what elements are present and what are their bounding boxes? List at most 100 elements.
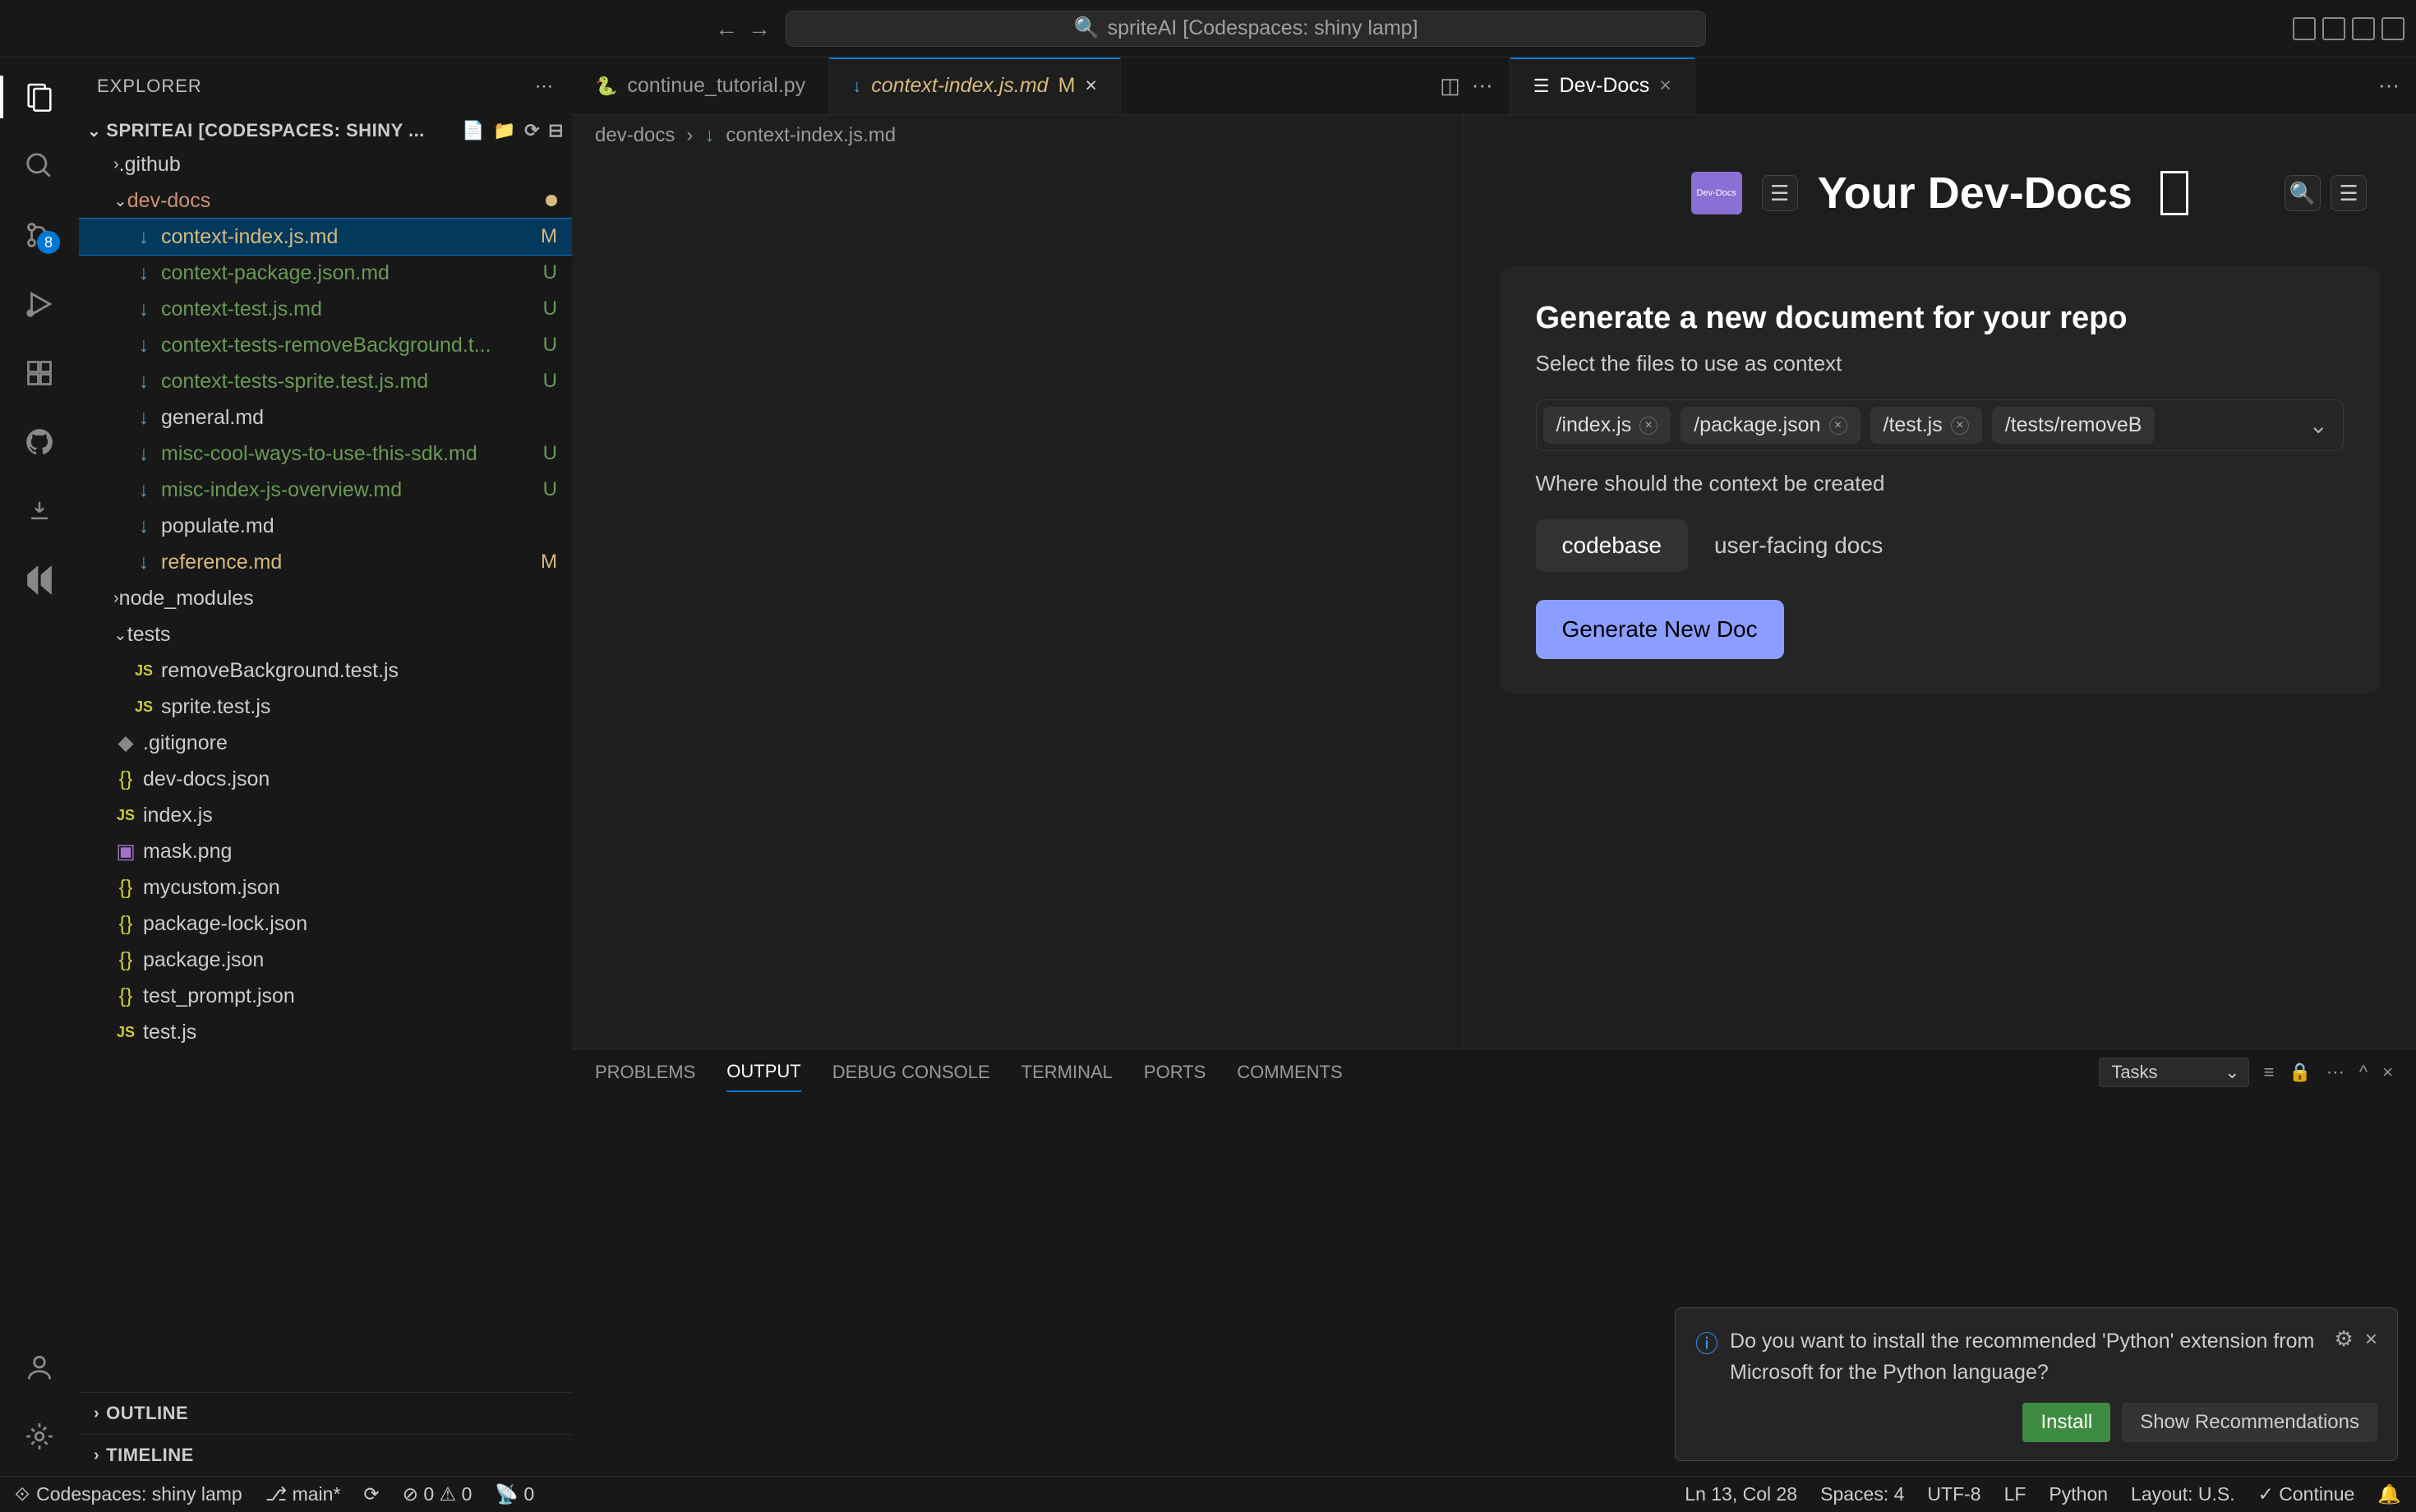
tree-file[interactable]: {}dev-docs.json xyxy=(79,761,572,797)
panel-tab-debug[interactable]: DEBUG CONSOLE xyxy=(832,1053,990,1091)
eol-status[interactable]: LF xyxy=(2004,1483,2026,1505)
branch-status[interactable]: ⎇ main* xyxy=(265,1483,341,1505)
remote-indicator[interactable]: ⟐ Codespaces: shiny lamp xyxy=(15,1483,242,1505)
close-icon[interactable]: × xyxy=(1659,74,1671,98)
split-editor-icon[interactable]: ◫ xyxy=(1440,73,1460,99)
layout-panel-bottom-icon[interactable] xyxy=(2322,17,2345,40)
new-folder-icon[interactable]: 📁 xyxy=(493,120,516,141)
install-button[interactable]: Install xyxy=(2022,1403,2110,1442)
devdocs-search-icon[interactable]: 🔍 xyxy=(2285,175,2321,211)
toggle-codebase[interactable]: codebase xyxy=(1536,519,1688,572)
nav-back-icon[interactable]: ← xyxy=(715,16,738,42)
tree-file[interactable]: ↓general.md xyxy=(79,399,572,436)
indentation-status[interactable]: Spaces: 4 xyxy=(1820,1483,1904,1505)
workspace-header[interactable]: ⌄ SPRITEAI [CODESPACES: SHINY ... 📄 📁 ⟳ … xyxy=(79,115,572,146)
close-icon[interactable]: × xyxy=(1085,74,1097,98)
gear-icon[interactable]: ⚙ xyxy=(2335,1326,2354,1352)
tab-more-icon[interactable]: ⋯ xyxy=(2378,73,2400,99)
search-input[interactable]: 🔍 spriteAI [Codespaces: shiny lamp] xyxy=(786,11,1706,47)
breadcrumb[interactable]: dev-docs› ↓ context-index.js.md xyxy=(572,115,1463,156)
settings-gear-icon[interactable] xyxy=(23,1420,56,1453)
folder-nodemodules[interactable]: ›node_modules xyxy=(79,580,572,616)
lock-icon[interactable]: 🔒 xyxy=(2289,1062,2311,1083)
panel-tab-output[interactable]: OUTPUT xyxy=(726,1053,800,1092)
tree-file[interactable]: JSindex.js xyxy=(79,797,572,833)
folder-github[interactable]: ›.github xyxy=(79,146,572,182)
panel-tab-terminal[interactable]: TERMINAL xyxy=(1021,1053,1113,1091)
tree-file[interactable]: ↓context-test.js.mdU xyxy=(79,291,572,327)
close-icon[interactable]: × xyxy=(2365,1326,2377,1352)
layout-panel-left-icon[interactable] xyxy=(2293,17,2316,40)
panel-close-icon[interactable]: × xyxy=(2382,1062,2393,1083)
language-status[interactable]: Python xyxy=(2049,1483,2108,1505)
toggle-userfacing[interactable]: user-facing docs xyxy=(1688,519,1909,572)
tree-file[interactable]: {}mycustom.json xyxy=(79,869,572,906)
chip-indexjs[interactable]: /index.js× xyxy=(1543,407,1671,444)
filter-icon[interactable]: ≡ xyxy=(2264,1062,2275,1083)
refresh-icon[interactable]: ⟳ xyxy=(524,120,540,141)
notifications-icon[interactable]: 🔔 xyxy=(2377,1483,2401,1505)
editor-pane-left[interactable]: dev-docs› ↓ context-index.js.md xyxy=(572,115,1464,1049)
tree-file[interactable]: JStest.js xyxy=(79,1014,572,1050)
extensions-icon[interactable] xyxy=(23,357,56,390)
tree-file[interactable]: ↓context-tests-sprite.test.js.mdU xyxy=(79,363,572,399)
errors-status[interactable]: ⊘ 0 ⚠ 0 xyxy=(403,1483,473,1505)
search-activity-icon[interactable] xyxy=(23,150,56,182)
tree-file[interactable]: ◆.gitignore xyxy=(79,725,572,761)
tree-file[interactable]: ↓misc-index-js-overview.mdU xyxy=(79,472,572,508)
tree-file[interactable]: ↓misc-cool-ways-to-use-this-sdk.mdU xyxy=(79,436,572,472)
panel-tab-comments[interactable]: COMMENTS xyxy=(1237,1053,1342,1091)
ports-status[interactable]: 📡 0 xyxy=(495,1483,534,1505)
layout-status[interactable]: Layout: U.S. xyxy=(2131,1483,2235,1505)
folder-devdocs[interactable]: ⌄dev-docs xyxy=(79,182,572,219)
chip-remove-icon[interactable]: × xyxy=(1639,417,1658,435)
folder-tests[interactable]: ⌄tests xyxy=(79,616,572,652)
chip-remove-icon[interactable]: × xyxy=(1951,417,1969,435)
tree-file[interactable]: JSsprite.test.js xyxy=(79,689,572,725)
github-icon[interactable] xyxy=(23,426,56,459)
tree-file[interactable]: ↓populate.md xyxy=(79,508,572,544)
chip-testjs[interactable]: /test.js× xyxy=(1870,407,1982,444)
continue-status[interactable]: ✓ Continue xyxy=(2258,1483,2355,1505)
cursor-position[interactable]: Ln 13, Col 28 xyxy=(1685,1483,1797,1505)
output-channel-select[interactable]: Tasks⌄ xyxy=(2099,1058,2248,1087)
panel-tab-problems[interactable]: PROBLEMS xyxy=(595,1053,695,1091)
nav-forward-icon[interactable]: → xyxy=(748,16,771,42)
collapse-icon[interactable]: ⊟ xyxy=(548,120,564,141)
tree-file[interactable]: ↓reference.mdM xyxy=(79,544,572,580)
tab-more-icon[interactable]: ⋯ xyxy=(1472,73,1493,99)
panel-tab-ports[interactable]: PORTS xyxy=(1144,1053,1206,1091)
tree-file[interactable]: ↓context-package.json.mdU xyxy=(79,255,572,291)
layout-panel-right-icon[interactable] xyxy=(2352,17,2375,40)
tab-context-index[interactable]: ↓ context-index.js.md M × xyxy=(829,58,1121,114)
tree-file[interactable]: {}package-lock.json xyxy=(79,906,572,942)
devdocs-menu-icon[interactable]: ☰ xyxy=(2331,175,2367,211)
sync-icon[interactable]: ⟳ xyxy=(363,1483,379,1505)
explorer-icon[interactable] xyxy=(23,81,56,113)
tree-file[interactable]: ↓context-tests-removeBackground.t...U xyxy=(79,327,572,363)
chip-packagejson[interactable]: /package.json× xyxy=(1681,407,1860,444)
chip-remove-icon[interactable]: × xyxy=(1829,417,1847,435)
run-debug-icon[interactable] xyxy=(23,288,56,320)
tree-file[interactable]: {}package.json xyxy=(79,942,572,978)
encoding-status[interactable]: UTF-8 xyxy=(1927,1483,1980,1505)
layout-customize-icon[interactable] xyxy=(2381,17,2404,40)
generate-button[interactable]: Generate New Doc xyxy=(1536,600,1784,659)
timeline-section[interactable]: ›TIMELINE xyxy=(79,1434,572,1476)
context-files-select[interactable]: /index.js× /package.json× /test.js× /tes… xyxy=(1536,399,2345,451)
scm-icon[interactable]: 8 xyxy=(23,219,56,251)
tree-file[interactable]: ▣mask.png xyxy=(79,833,572,869)
panel-maximize-icon[interactable]: ^ xyxy=(2359,1062,2368,1083)
tree-file[interactable]: {}test_prompt.json xyxy=(79,978,572,1014)
download-icon[interactable] xyxy=(23,495,56,528)
show-recommendations-button[interactable]: Show Recommendations xyxy=(2122,1403,2377,1442)
tree-file[interactable]: JSremoveBackground.test.js xyxy=(79,652,572,689)
outline-section[interactable]: ›OUTLINE xyxy=(79,1392,572,1434)
new-file-icon[interactable]: 📄 xyxy=(462,120,485,141)
chevron-down-icon[interactable]: ⌄ xyxy=(2309,412,2336,439)
tab-devdocs[interactable]: ☰ Dev-Docs × xyxy=(1510,58,1695,114)
panel-more-icon[interactable]: ⋯ xyxy=(2326,1062,2345,1083)
menu-icon[interactable]: ☰ xyxy=(1762,175,1798,211)
accounts-icon[interactable] xyxy=(23,1351,56,1384)
continue-icon[interactable] xyxy=(23,564,56,597)
